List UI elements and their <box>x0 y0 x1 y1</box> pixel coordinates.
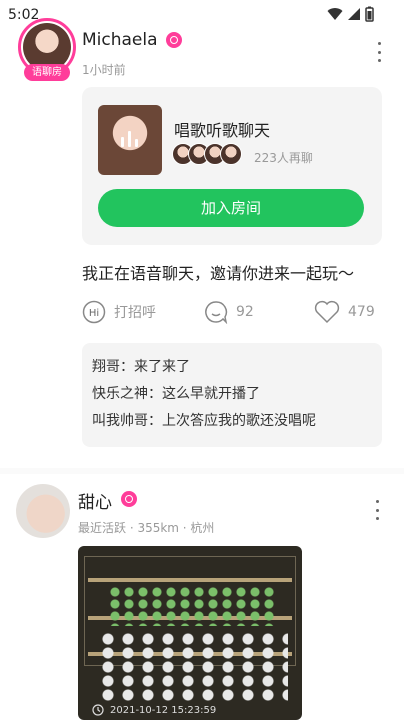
heart-icon <box>314 300 340 324</box>
photo-timestamp: 2021-10-12 15:23:59 <box>92 704 216 716</box>
voice-room-tag: 语聊房 <box>24 64 70 81</box>
username-michaela[interactable]: Michaela <box>82 30 158 50</box>
plates <box>98 632 288 702</box>
svg-text:Hi: Hi <box>89 308 99 319</box>
signal-icon <box>348 8 360 20</box>
more-options-icon[interactable] <box>374 500 380 520</box>
user-meta: 最近活跃 · 355km · 杭州 <box>78 521 215 535</box>
greet-button[interactable]: Hi 打招呼 <box>82 300 156 324</box>
post-photo[interactable]: 2021-10-12 15:23:59 <box>78 546 302 720</box>
comment-item: 快乐之神：这么早就开播了 <box>92 386 260 402</box>
room-title: 唱歌听歌聊天 <box>174 121 271 140</box>
comments-box[interactable]: 翔哥：来了来了 快乐之神：这么早就开播了 叫我帅哥：上次答应我的歌还没唱呢 <box>82 343 382 447</box>
like-count: 479 <box>348 304 375 320</box>
post-time: 1小时前 <box>82 63 126 77</box>
comment-item: 叫我帅哥：上次答应我的歌还没唱呢 <box>92 413 316 429</box>
timestamp-text: 2021-10-12 15:23:59 <box>110 704 217 716</box>
username-tianxin[interactable]: 甜心 <box>78 488 112 513</box>
avatar-tianxin[interactable] <box>16 484 70 538</box>
status-icons <box>327 6 374 22</box>
shelf <box>88 578 292 582</box>
audio-wave-icon <box>121 131 138 147</box>
like-button[interactable]: 479 <box>314 300 375 324</box>
food-items <box>108 586 278 626</box>
listener-count: 223人再聊 <box>254 151 313 165</box>
comment-count: 92 <box>236 304 254 320</box>
battery-icon <box>365 6 374 22</box>
listener-avatar <box>220 143 242 165</box>
greet-label: 打招呼 <box>114 305 156 321</box>
verified-badge-icon <box>166 32 182 48</box>
room-cover-image <box>98 105 162 175</box>
verified-badge-icon <box>121 491 137 507</box>
comment-icon <box>205 301 228 324</box>
post-divider <box>0 468 404 474</box>
listener-avatars <box>172 143 242 165</box>
comment-button[interactable]: 92 <box>204 300 254 324</box>
wifi-icon <box>327 8 343 20</box>
hi-icon: Hi <box>82 300 106 324</box>
comment-item: 翔哥：来了来了 <box>92 359 190 375</box>
join-room-button[interactable]: 加入房间 <box>98 189 364 227</box>
more-options-icon[interactable] <box>376 42 382 62</box>
post-text: 我正在语音聊天，邀请你进来一起玩～ <box>82 264 355 283</box>
clock-icon <box>92 704 104 716</box>
voice-room-card[interactable]: 唱歌听歌聊天 223人再聊 加入房间 <box>82 87 382 245</box>
